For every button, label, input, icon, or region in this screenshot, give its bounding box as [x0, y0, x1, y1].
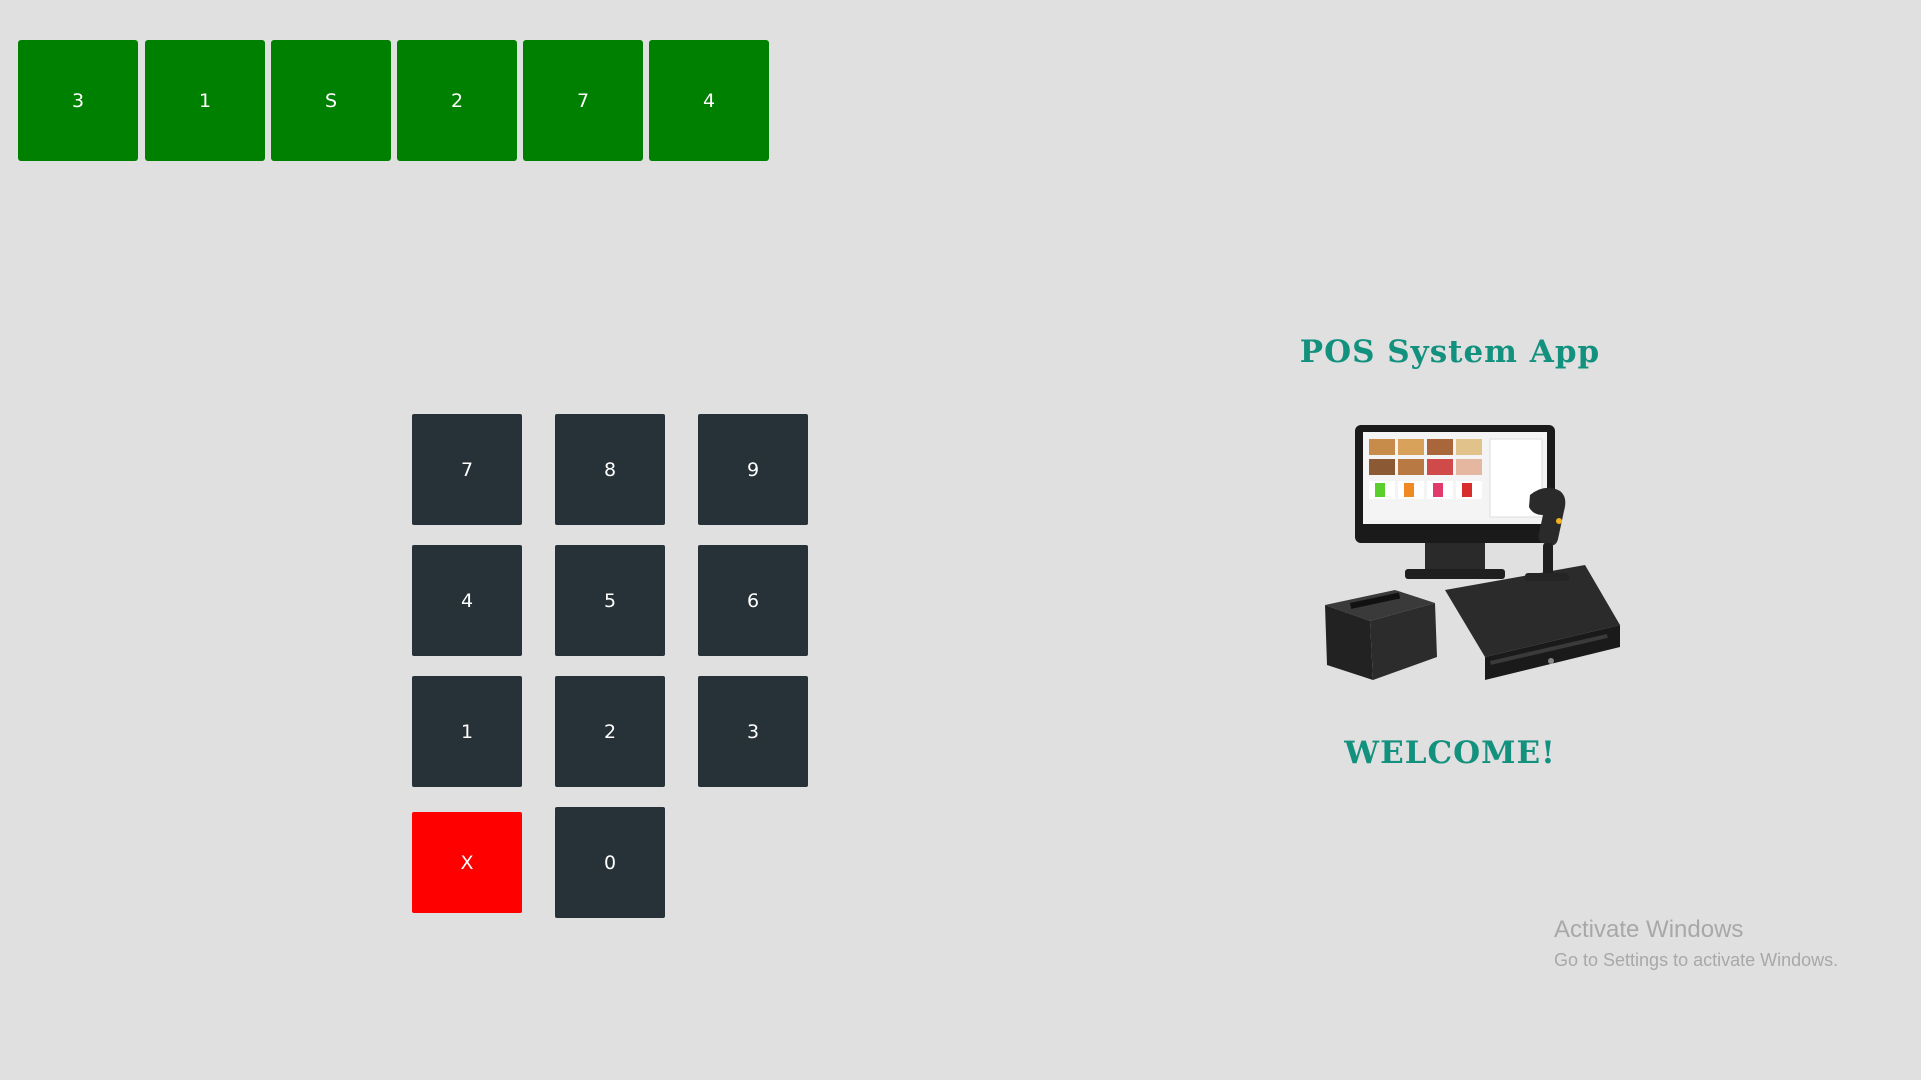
pin-slot-4: 2: [397, 40, 517, 161]
key-6[interactable]: 6: [698, 545, 808, 656]
watermark-title: Activate Windows: [1554, 916, 1744, 943]
key-5[interactable]: 5: [555, 545, 665, 656]
key-9[interactable]: 9: [698, 414, 808, 525]
key-2[interactable]: 2: [555, 676, 665, 787]
key-0[interactable]: 0: [555, 807, 665, 918]
key-3[interactable]: 3: [698, 676, 808, 787]
pin-slot-1: 3: [18, 40, 138, 161]
activate-windows-watermark: Activate Windows Go to Settings to activ…: [1554, 916, 1838, 971]
pin-slot-2: 1: [145, 40, 265, 161]
key-8[interactable]: 8: [555, 414, 665, 525]
key-7[interactable]: 7: [412, 414, 522, 525]
welcome-message: WELCOME!: [1344, 735, 1556, 771]
clear-button[interactable]: X: [412, 812, 522, 913]
pin-slot-3: S: [271, 40, 391, 161]
pin-slot-6: 4: [649, 40, 769, 161]
app-title: POS System App: [1299, 334, 1601, 370]
watermark-subtitle: Go to Settings to activate Windows.: [1554, 950, 1839, 970]
pos-terminal-illustration: [1325, 425, 1620, 680]
key-1[interactable]: 1: [412, 676, 522, 787]
pin-slot-5: 7: [523, 40, 643, 161]
key-4[interactable]: 4: [412, 545, 522, 656]
